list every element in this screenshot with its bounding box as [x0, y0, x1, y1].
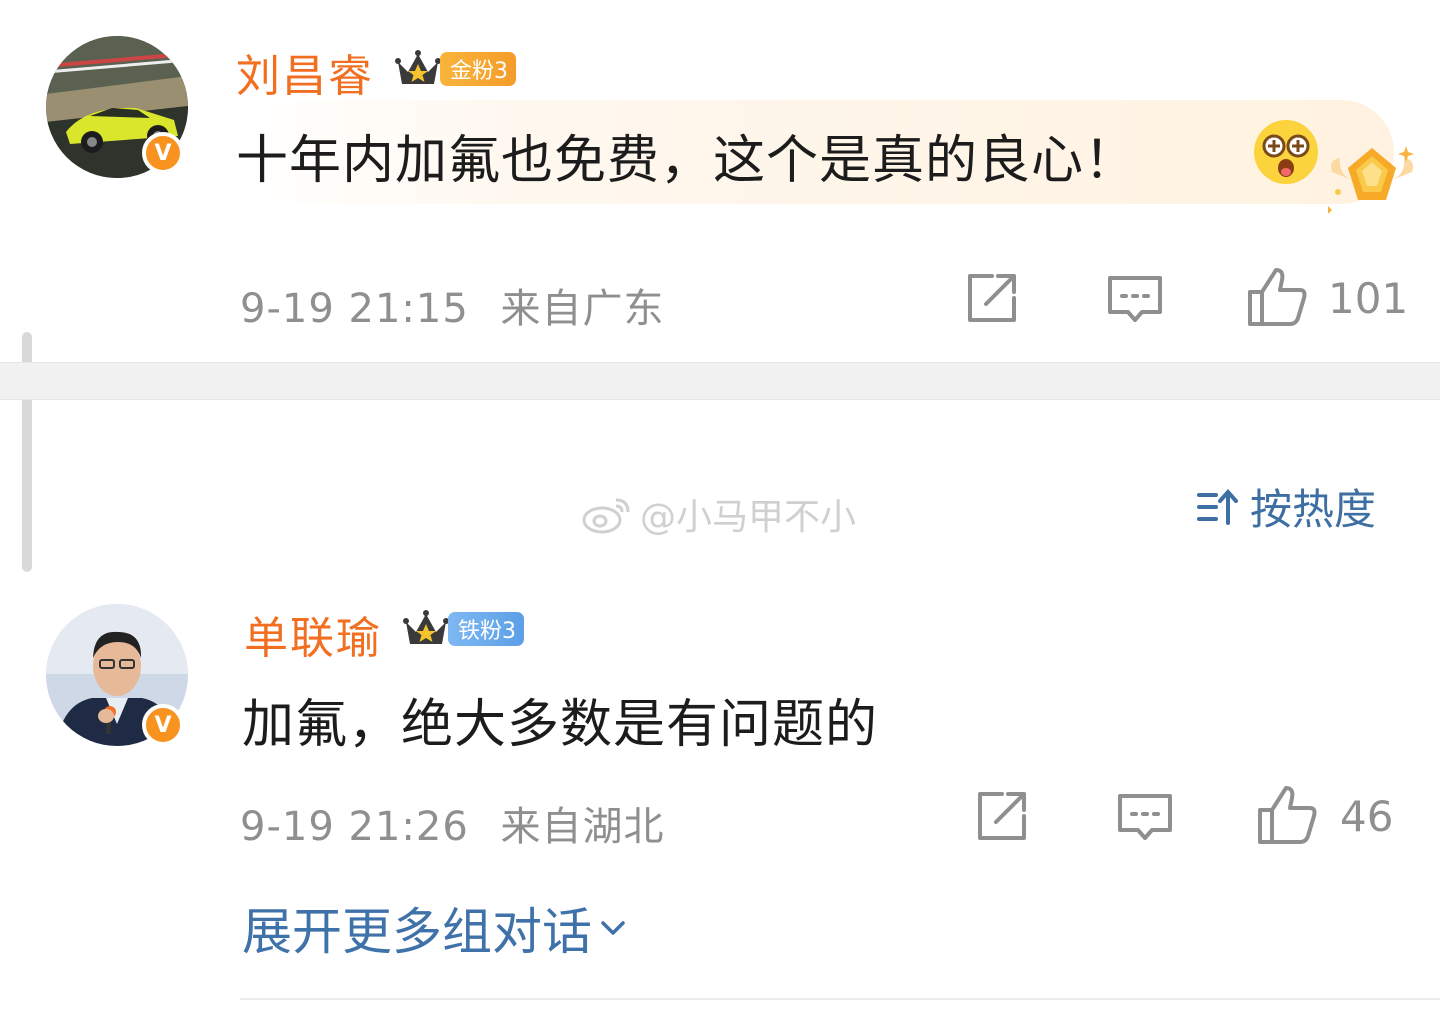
expand-more-conversations-link[interactable]: 展开更多组对话: [242, 892, 628, 964]
crown-icon: [402, 608, 450, 648]
gem-badge-icon: [1326, 140, 1418, 216]
sort-by-hot-button[interactable]: 按热度: [1196, 476, 1376, 537]
fan-level-badge: 金粉3: [440, 52, 516, 86]
comment-icon[interactable]: [1106, 270, 1164, 328]
bottom-divider: [240, 998, 1440, 1000]
comment-location: 来自广东: [500, 286, 665, 332]
comment-time: 9-19 21:15: [240, 286, 469, 332]
sort-label: 按热度: [1250, 485, 1377, 534]
forward-icon[interactable]: [972, 788, 1030, 846]
comment-text: 加氟，绝大多数是有问题的: [242, 695, 879, 755]
watermark: @小马甲不小: [582, 488, 856, 540]
verified-badge-icon: V: [142, 132, 184, 174]
expand-label: 展开更多组对话: [242, 903, 592, 961]
crown-icon: [394, 48, 442, 88]
fan-level-label: 铁粉3: [458, 619, 516, 644]
surprised-emoji-icon: [1250, 116, 1322, 188]
comment-time: 9-19 21:26: [240, 804, 469, 850]
sort-icon: [1197, 488, 1238, 525]
comment-location: 来自湖北: [500, 804, 665, 850]
comment-meta: 9-19 21:15 来自广东: [240, 276, 665, 334]
comment-icon[interactable]: [1116, 788, 1174, 846]
like-count: 46: [1340, 792, 1394, 841]
fan-level-label: 金粉3: [450, 59, 508, 84]
chevron-down-icon: [601, 921, 625, 935]
verified-badge-icon: V: [142, 704, 184, 746]
like-count: 101: [1328, 274, 1409, 323]
like-icon[interactable]: [1246, 266, 1308, 328]
comment-text: 十年内加氟也免费，这个是真的良心！: [236, 131, 1138, 191]
verified-badge-label: V: [154, 712, 172, 738]
comment-meta: 9-19 21:26 来自湖北: [240, 794, 665, 852]
username[interactable]: 单联瑜: [244, 602, 382, 666]
like-icon[interactable]: [1256, 784, 1318, 846]
forward-icon[interactable]: [962, 270, 1020, 328]
verified-badge-label: V: [154, 140, 172, 166]
section-divider: [0, 362, 1440, 400]
username[interactable]: 刘昌睿: [236, 40, 374, 104]
fan-level-badge: 铁粉3: [448, 612, 524, 646]
watermark-text: @小马甲不小: [640, 497, 857, 538]
weibo-logo-icon: [582, 498, 630, 534]
